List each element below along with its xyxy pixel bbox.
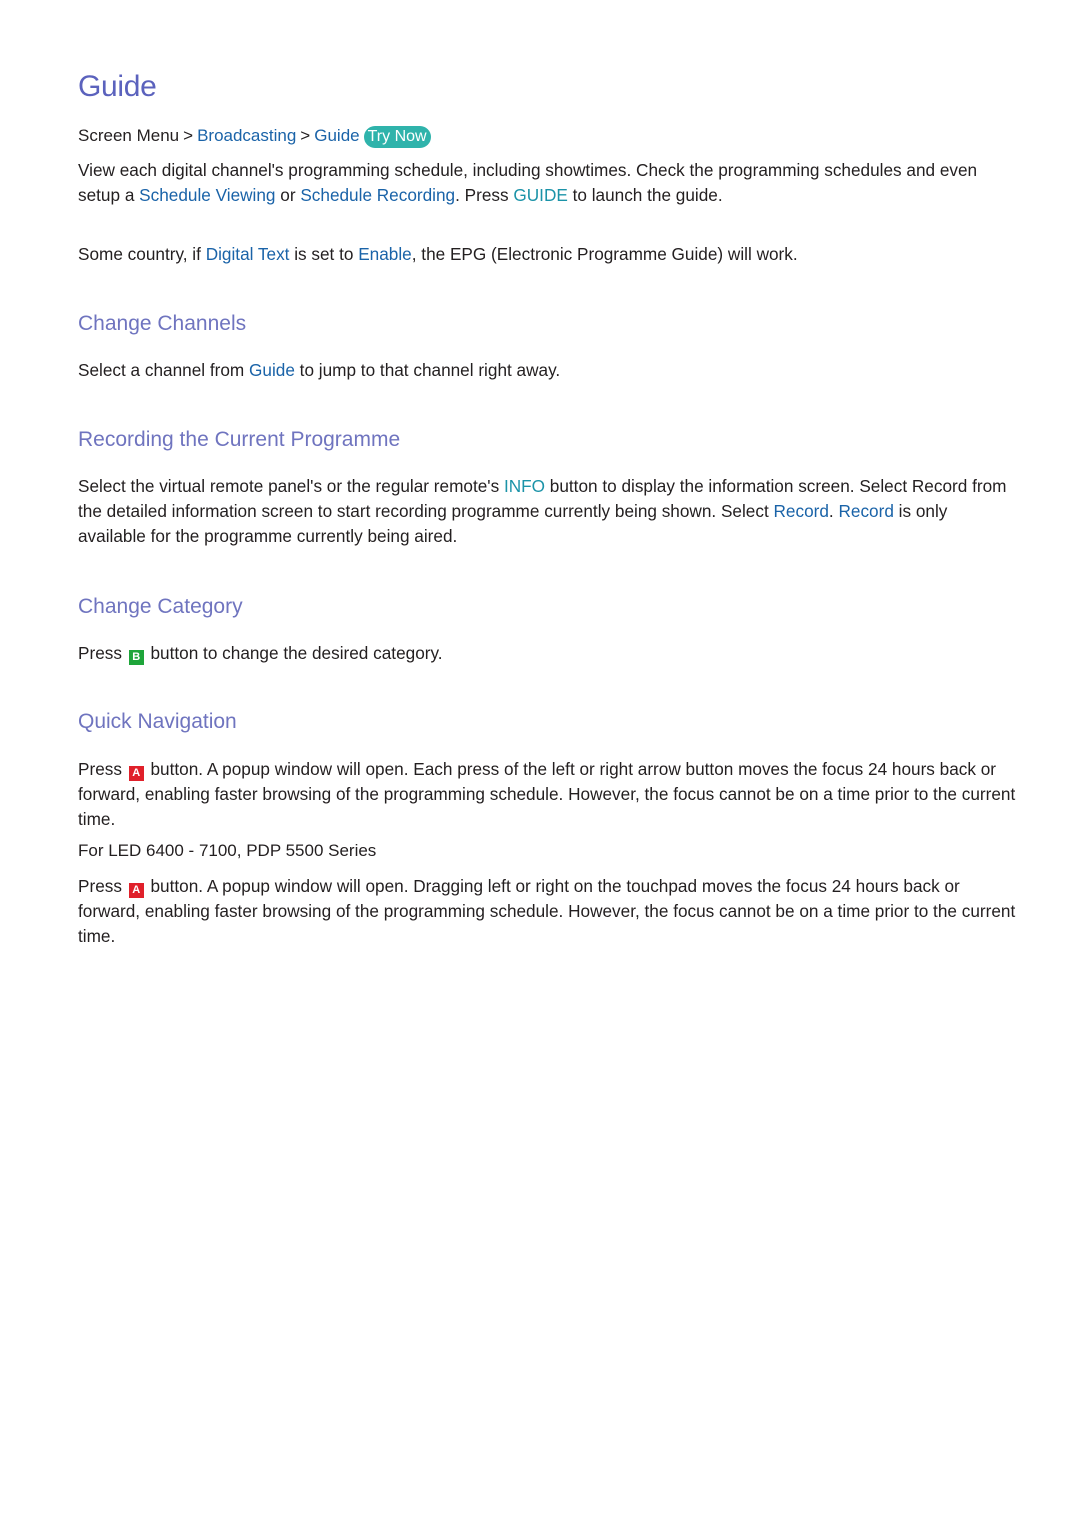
breadcrumb-item-broadcasting[interactable]: Broadcasting — [197, 126, 296, 145]
info-button-label: INFO — [503, 476, 546, 496]
heading-recording-current-programme: Recording the Current Programme — [78, 428, 401, 451]
link-digital-text[interactable]: Digital Text — [206, 244, 290, 264]
text: Select a channel from — [78, 360, 250, 380]
link-enable[interactable]: Enable — [358, 244, 412, 264]
intro-paragraph: View each digital channel's programming … — [78, 158, 1018, 208]
text: . Press — [455, 185, 514, 205]
link-guide[interactable]: Guide — [249, 360, 295, 380]
text: to jump to that channel right away. — [294, 360, 561, 380]
text: Press — [78, 876, 127, 896]
epg-note-paragraph: Some country, if Digital Text is set to … — [78, 242, 1018, 267]
chevron-right-icon: > — [300, 126, 311, 145]
quick-navigation-paragraph: Press A button. A popup window will open… — [78, 757, 1018, 832]
link-record-2[interactable]: Record — [838, 501, 893, 521]
b-button-icon: B — [128, 650, 144, 665]
breadcrumb-item-screen-menu: Screen Menu — [78, 126, 180, 145]
text: Select the virtual remote panel's or the… — [78, 476, 504, 496]
model-series-label: For LED 6400 - 7100, PDP 5500 Series — [78, 841, 377, 860]
breadcrumb-item-guide[interactable]: Guide — [314, 126, 359, 145]
change-channels-paragraph: Select a channel from Guide to jump to t… — [78, 358, 1018, 383]
text: to launch the guide. — [567, 185, 723, 205]
text: or — [275, 185, 301, 205]
quick-navigation-touchpad-paragraph: Press A button. A popup window will open… — [78, 874, 1018, 949]
heading-quick-navigation: Quick Navigation — [78, 710, 237, 733]
text: button. A popup window will open. Each p… — [78, 759, 1016, 829]
text: Press — [78, 643, 127, 663]
heading-change-channels: Change Channels — [78, 312, 247, 335]
recording-paragraph: Select the virtual remote panel's or the… — [78, 474, 1018, 549]
page-title: Guide — [78, 70, 157, 103]
link-record[interactable]: Record — [774, 501, 829, 521]
chevron-right-icon: > — [183, 126, 194, 145]
a-button-icon: A — [128, 883, 144, 898]
link-schedule-viewing[interactable]: Schedule Viewing — [139, 185, 275, 205]
try-now-button[interactable]: Try Now — [363, 126, 431, 148]
text: is set to — [289, 244, 359, 264]
change-category-paragraph: Press B button to change the desired cat… — [78, 641, 1018, 666]
link-schedule-recording[interactable]: Schedule Recording — [300, 185, 455, 205]
a-button-icon: A — [128, 766, 144, 781]
heading-change-category: Change Category — [78, 595, 243, 618]
text: Some country, if — [78, 244, 206, 264]
guide-button-label: GUIDE — [513, 185, 568, 205]
text: button to change the desired category. — [145, 643, 443, 663]
text: Press — [78, 759, 127, 779]
text: , the EPG (Electronic Programme Guide) w… — [411, 244, 798, 264]
breadcrumb: Screen Menu > Broadcasting > Guide Try Now — [78, 126, 431, 148]
text: button. A popup window will open. Draggi… — [78, 876, 1016, 946]
